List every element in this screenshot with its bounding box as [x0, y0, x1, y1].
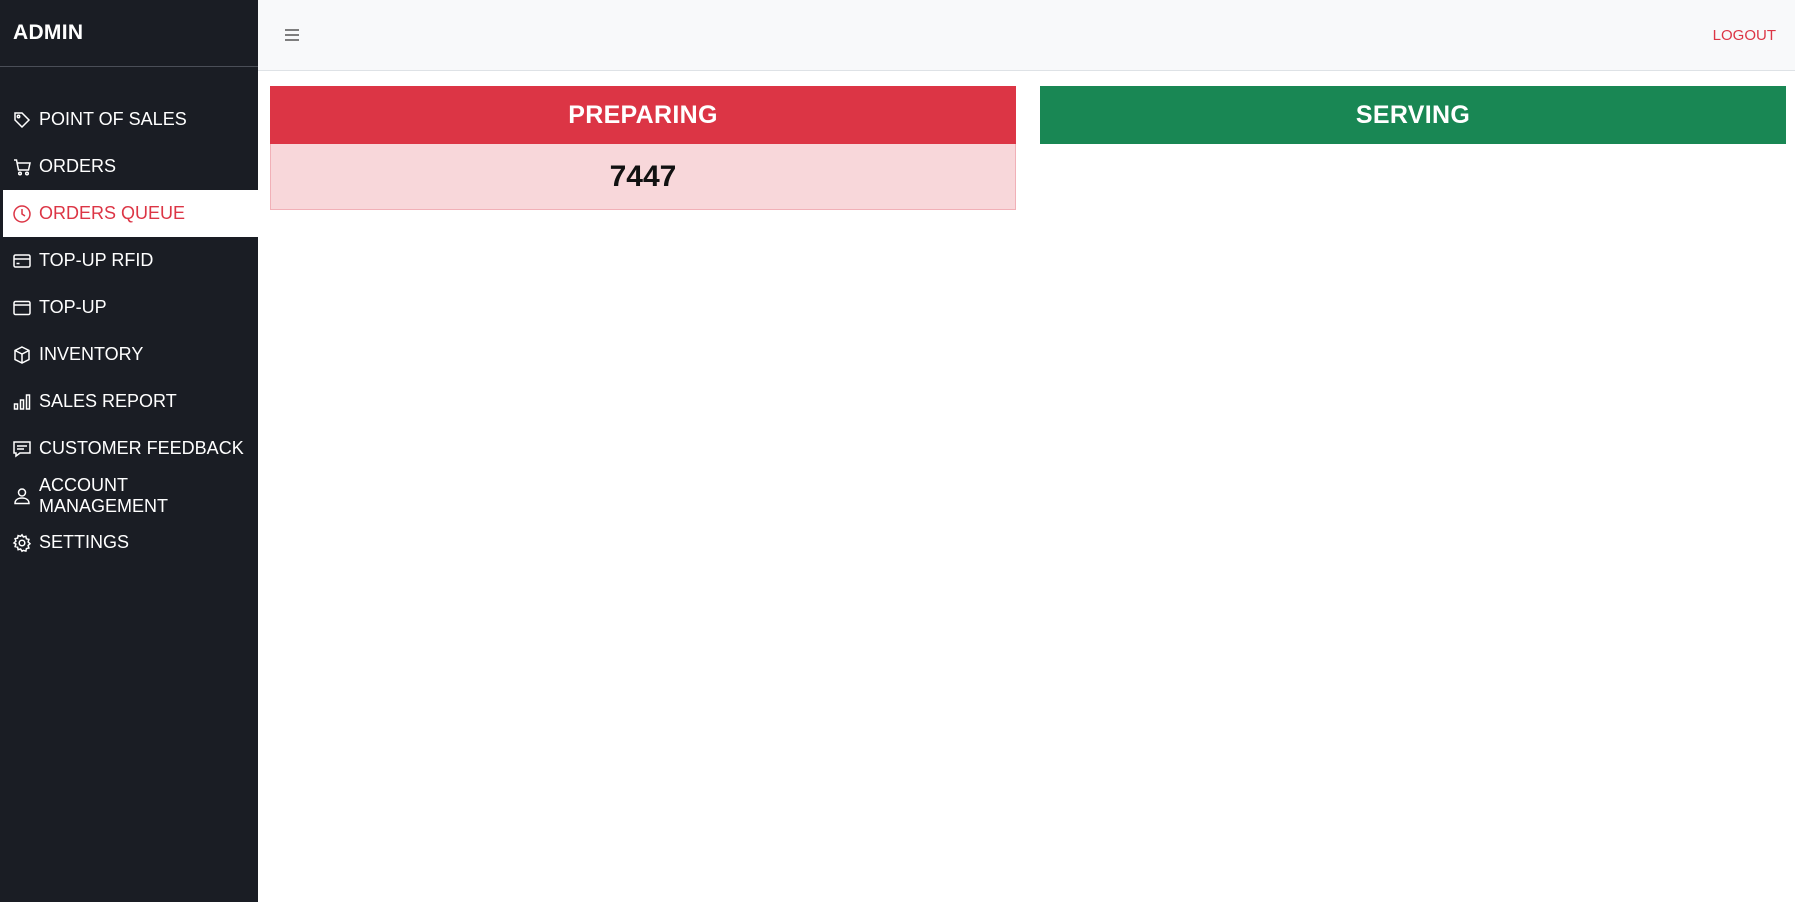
logout-link[interactable]: LOGOUT [1713, 27, 1776, 44]
sidebar-item-account-management[interactable]: ACCOUNT MANAGEMENT [0, 472, 258, 519]
sidebar-item-customer-feedback[interactable]: CUSTOMER FEEDBACK [0, 425, 258, 472]
sidebar-item-point-of-sales[interactable]: POINT OF SALES [0, 96, 258, 143]
person-icon [12, 486, 32, 506]
preparing-panel: PREPARING 7447 [270, 86, 1016, 210]
bar-chart-icon [12, 392, 32, 412]
sidebar-item-orders[interactable]: ORDERS [0, 143, 258, 190]
preparing-header: PREPARING [270, 86, 1016, 144]
tag-icon [12, 110, 32, 130]
sidebar-nav: POINT OF SALES ORDERS ORDERS QUEUE TOP-U… [0, 96, 258, 566]
sidebar-item-inventory[interactable]: INVENTORY [0, 331, 258, 378]
sidebar-item-top-up[interactable]: TOP-UP [0, 284, 258, 331]
sidebar-item-top-up-rfid[interactable]: TOP-UP RFID [0, 237, 258, 284]
cart-icon [12, 157, 32, 177]
message-icon [12, 439, 32, 459]
sidebar-item-label: ACCOUNT MANAGEMENT [39, 474, 169, 516]
main-area: LOGOUT PREPARING 7447 SERVING [258, 0, 1795, 902]
queue-board: PREPARING 7447 SERVING [258, 71, 1795, 210]
window-icon [12, 298, 32, 318]
credit-card-icon [12, 251, 32, 271]
sidebar-item-label: POINT OF SALES [39, 109, 187, 129]
sidebar-item-sales-report[interactable]: SALES REPORT [0, 378, 258, 425]
topbar: LOGOUT [258, 0, 1795, 71]
sidebar-item-label: ORDERS [39, 156, 117, 176]
app-root: ADMIN POINT OF SALES ORDERS ORDERS QUEUE [0, 0, 1795, 902]
sidebar-item-label: INVENTORY [39, 344, 144, 364]
sidebar-item-label: CUSTOMER FEEDBACK [39, 438, 244, 458]
serving-panel: SERVING [1040, 86, 1786, 210]
sidebar-item-settings[interactable]: SETTINGS [0, 519, 258, 566]
sidebar-item-orders-queue[interactable]: ORDERS QUEUE [3, 190, 258, 237]
sidebar-item-label: SETTINGS [39, 532, 130, 552]
sidebar-item-label: SALES REPORT [39, 391, 177, 411]
sidebar-item-label: ORDERS QUEUE [39, 203, 186, 223]
hamburger-icon[interactable] [280, 23, 304, 47]
sidebar-item-label: TOP-UP RFID [39, 250, 154, 270]
box-icon [12, 345, 32, 365]
clock-icon [12, 204, 32, 224]
sidebar-item-label: TOP-UP [39, 297, 107, 317]
serving-header: SERVING [1040, 86, 1786, 144]
gear-icon [12, 533, 32, 553]
sidebar: ADMIN POINT OF SALES ORDERS ORDERS QUEUE [0, 0, 258, 902]
preparing-order-number: 7447 [270, 144, 1016, 210]
brand-title: ADMIN [0, 0, 258, 67]
